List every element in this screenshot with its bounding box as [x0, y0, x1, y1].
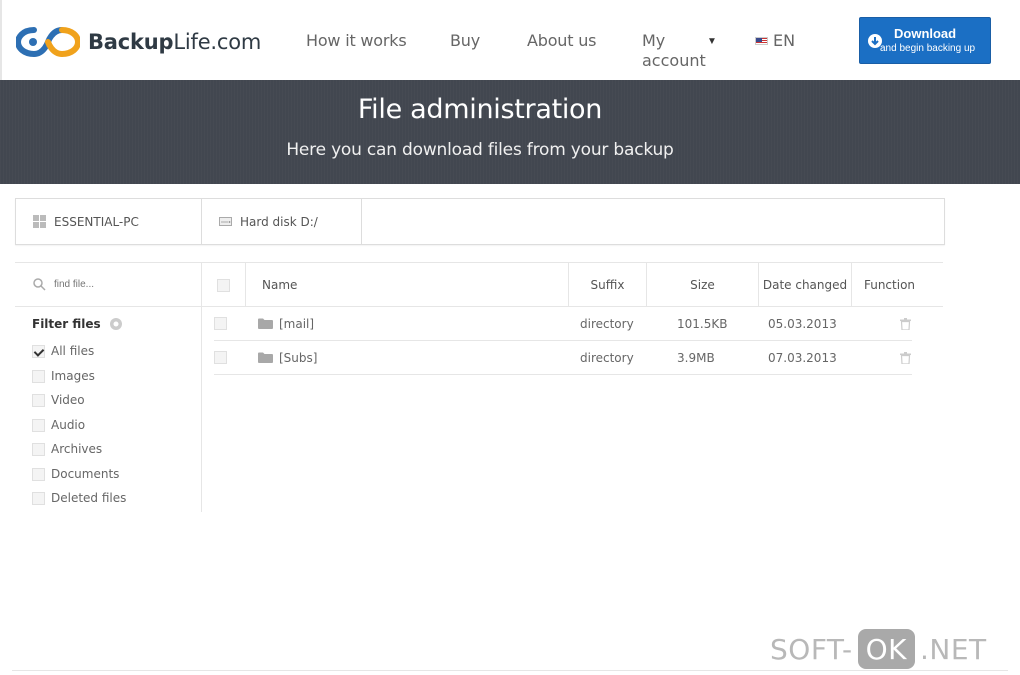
column-name[interactable]: Name — [246, 263, 569, 307]
filter-documents[interactable]: Documents — [32, 467, 119, 481]
watermark-right: .NET — [919, 632, 987, 666]
us-flag-icon — [755, 36, 768, 45]
windows-icon — [33, 215, 46, 228]
checkbox[interactable] — [32, 369, 45, 383]
filter-label: Documents — [51, 467, 120, 481]
select-all-checkbox[interactable] — [217, 278, 230, 292]
filter-archives[interactable]: Archives — [32, 442, 102, 456]
filter-sidebar: Filter files All files Images Video Audi… — [15, 262, 202, 512]
file-name[interactable]: [mail] — [279, 317, 314, 331]
search-icon — [33, 278, 46, 291]
column-suffix[interactable]: Suffix — [569, 263, 647, 307]
filter-images[interactable]: Images — [32, 369, 95, 383]
checkbox[interactable] — [32, 442, 45, 456]
help-icon[interactable] — [109, 318, 122, 330]
hard-disk-icon — [219, 217, 232, 226]
column-date-changed[interactable]: Date changed — [759, 263, 852, 307]
table-row[interactable]: [Subs] directory 3.9MB 07.03.2013 — [214, 341, 912, 375]
filter-title: Filter files — [32, 317, 122, 331]
file-suffix: directory — [580, 316, 634, 331]
filter-label: Video — [51, 393, 85, 407]
filter-deleted-files[interactable]: Deleted files — [32, 491, 126, 505]
watermark-ok: OK — [857, 629, 915, 669]
checkbox[interactable] — [32, 418, 45, 432]
filter-label: Images — [51, 369, 95, 383]
nav-how-it-works[interactable]: How it works — [306, 31, 407, 50]
checkbox[interactable] — [32, 467, 45, 481]
download-button-label: Download — [894, 26, 957, 41]
file-size: 101.5KB — [677, 316, 728, 331]
download-button-sublabel: and begin backing up — [880, 43, 976, 54]
table-row[interactable]: [mail] directory 101.5KB 05.03.2013 — [214, 307, 912, 341]
logo-text-rest: Life.com — [173, 30, 262, 54]
table-header: Name Suffix Size Date changed Function — [202, 262, 943, 307]
search-input[interactable] — [54, 279, 174, 290]
file-search — [15, 262, 201, 307]
file-date: 07.03.2013 — [768, 350, 837, 365]
breadcrumb: ESSENTIAL-PC Hard disk D:/ — [15, 198, 945, 245]
page-title: File administration — [357, 94, 603, 125]
header-select-all — [202, 263, 246, 307]
file-date: 05.03.2013 — [768, 316, 837, 331]
column-function: Function — [863, 278, 916, 292]
nav-about-us[interactable]: About us — [527, 31, 596, 50]
checkbox[interactable] — [32, 491, 45, 505]
file-size: 3.9MB — [677, 350, 715, 365]
breadcrumb-disk[interactable]: Hard disk D:/ — [202, 199, 362, 244]
filter-video[interactable]: Video — [32, 393, 85, 407]
filter-label: Audio — [51, 418, 86, 432]
filter-all-files[interactable]: All files — [32, 344, 94, 358]
download-button[interactable]: Download and begin backing up — [859, 17, 991, 64]
filter-title-label: Filter files — [32, 317, 101, 331]
breadcrumb-computer-label: ESSENTIAL-PC — [54, 214, 139, 229]
nav-buy[interactable]: Buy — [450, 31, 480, 50]
breadcrumb-disk-label: Hard disk D:/ — [240, 214, 318, 229]
filter-label: Archives — [51, 442, 103, 456]
language-label: EN — [773, 31, 796, 50]
trash-icon[interactable] — [900, 317, 911, 330]
filter-audio[interactable]: Audio — [32, 418, 85, 432]
caret-down-icon[interactable]: ▼ — [707, 36, 717, 47]
breadcrumb-computer[interactable]: ESSENTIAL-PC — [16, 199, 202, 244]
row-checkbox[interactable] — [214, 317, 227, 330]
page-subtitle: Here you can download files from your ba… — [286, 140, 674, 160]
logo[interactable]: BackupLife.com — [16, 22, 261, 62]
row-checkbox[interactable] — [214, 351, 227, 364]
filter-label: All files — [51, 344, 95, 358]
checkbox[interactable] — [32, 393, 45, 407]
watermark-left: SOFT- — [770, 632, 853, 666]
file-suffix: directory — [580, 350, 634, 365]
divider — [12, 670, 1008, 671]
folder-icon — [258, 318, 273, 329]
language-selector[interactable]: EN — [755, 31, 795, 50]
trash-icon[interactable] — [900, 351, 911, 364]
watermark: SOFT- OK .NET — [770, 629, 987, 669]
file-name[interactable]: [Subs] — [279, 351, 317, 365]
filter-label: Deleted files — [51, 491, 127, 505]
column-size[interactable]: Size — [647, 263, 759, 307]
logo-text-bold: Backup — [88, 30, 174, 54]
checkbox[interactable] — [32, 344, 45, 358]
folder-icon — [258, 352, 273, 363]
infinity-logo-icon — [16, 27, 80, 58]
top-navigation: BackupLife.com How it works Buy About us… — [0, 0, 1020, 80]
page-banner: File administration Here you can downloa… — [0, 80, 1020, 184]
